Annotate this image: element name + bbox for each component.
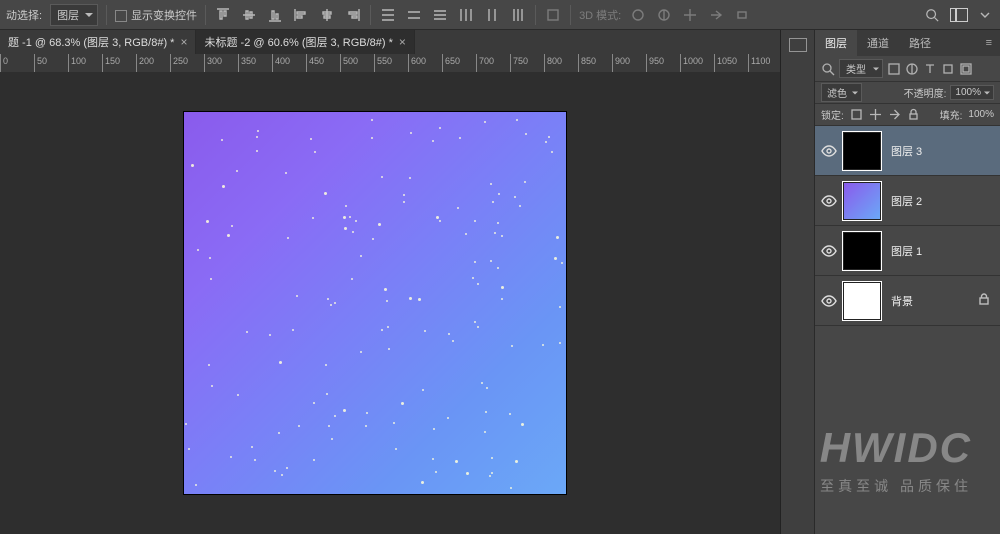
- search-icon[interactable]: [922, 5, 942, 25]
- blend-mode-dropdown[interactable]: 滤色: [821, 83, 862, 102]
- distribute-left-icon[interactable]: [457, 6, 475, 24]
- lock-artboard-icon[interactable]: [888, 108, 901, 121]
- canvas[interactable]: [184, 112, 566, 494]
- separator: [535, 5, 536, 25]
- layer-name[interactable]: 背景: [891, 293, 913, 309]
- visibility-eye-icon[interactable]: [815, 195, 843, 207]
- align-hcenter-icon[interactable]: [318, 6, 336, 24]
- blend-opacity-row: 滤色 不透明度: 100%: [815, 82, 1000, 104]
- autoalign-icon[interactable]: [544, 6, 562, 24]
- tab-paths[interactable]: 路径: [899, 30, 941, 56]
- filter-smart-icon[interactable]: [959, 62, 973, 76]
- layer-row[interactable]: 图层 3: [815, 126, 1000, 176]
- watermark-big: HWIDC: [820, 424, 972, 472]
- layer-name[interactable]: 图层 3: [891, 143, 922, 159]
- filter-type-dropdown[interactable]: 类型: [839, 59, 883, 78]
- opacity-input[interactable]: 100%: [950, 85, 994, 100]
- show-transform-label: 显示变换控件: [131, 10, 197, 22]
- layer-row[interactable]: 图层 2: [815, 176, 1000, 226]
- distribute-top-icon[interactable]: [379, 6, 397, 24]
- mode3d-roll-icon: [655, 6, 673, 24]
- lock-pixels-icon[interactable]: [850, 108, 863, 121]
- chevron-down-icon[interactable]: [976, 6, 994, 24]
- dock-strip: [781, 30, 815, 534]
- mode3d-zoom-icon: [733, 6, 751, 24]
- layer-name[interactable]: 图层 1: [891, 243, 922, 259]
- fill-input[interactable]: 100%: [968, 109, 994, 120]
- options-bar: 动选择: 图层 显示变换控件 3D 模式:: [0, 0, 1000, 30]
- filter-pixel-icon[interactable]: [887, 62, 901, 76]
- tab-channels[interactable]: 通道: [857, 30, 899, 56]
- layer-thumbnail[interactable]: [843, 282, 881, 320]
- close-icon[interactable]: ×: [399, 35, 406, 49]
- align-vcenter-icon[interactable]: [240, 6, 258, 24]
- align-bottom-icon[interactable]: [266, 6, 284, 24]
- document-tab-1[interactable]: 题 -1 @ 68.3% (图层 3, RGB/8#) * ×: [0, 30, 196, 54]
- layer-thumbnail[interactable]: [843, 232, 881, 270]
- layer-row[interactable]: 背景: [815, 276, 1000, 326]
- separator: [205, 5, 206, 25]
- workspace-icon[interactable]: [950, 8, 968, 22]
- align-right-icon[interactable]: [344, 6, 362, 24]
- filter-adjust-icon[interactable]: [905, 62, 919, 76]
- autoselect-label: 动选择:: [6, 7, 42, 23]
- filter-shape-icon[interactable]: [941, 62, 955, 76]
- show-transform-checkbox-wrap[interactable]: 显示变换控件: [115, 7, 197, 23]
- panel-menu-icon[interactable]: ≡: [978, 37, 1000, 49]
- tab-title: 题 -1 @ 68.3% (图层 3, RGB/8#) *: [8, 34, 174, 50]
- lock-fill-row: 锁定: 填充: 100%: [815, 104, 1000, 126]
- layer-row[interactable]: 图层 1: [815, 226, 1000, 276]
- lock-icon: [978, 293, 990, 308]
- close-icon[interactable]: ×: [180, 35, 187, 49]
- layer-filter-row: 类型: [815, 56, 1000, 82]
- canvas-area: [0, 72, 780, 534]
- lock-position-icon[interactable]: [869, 108, 882, 121]
- mode3d-label: 3D 模式:: [579, 7, 621, 23]
- layer-thumbnail[interactable]: [843, 182, 881, 220]
- autoselect-dropdown[interactable]: 图层: [50, 4, 98, 26]
- separator: [370, 5, 371, 25]
- distribute-bottom-icon[interactable]: [431, 6, 449, 24]
- visibility-eye-icon[interactable]: [815, 295, 843, 307]
- visibility-eye-icon[interactable]: [815, 145, 843, 157]
- lock-all-icon[interactable]: [907, 108, 920, 121]
- filter-search-icon[interactable]: [821, 62, 835, 76]
- distribute-right-icon[interactable]: [509, 6, 527, 24]
- tab-title: 未标题 -2 @ 60.6% (图层 3, RGB/8#) *: [204, 34, 392, 50]
- align-top-icon[interactable]: [214, 6, 232, 24]
- lock-label: 锁定:: [821, 107, 844, 122]
- opacity-label: 不透明度:: [904, 85, 947, 100]
- tab-layers[interactable]: 图层: [815, 30, 857, 56]
- document-tab-2[interactable]: 未标题 -2 @ 60.6% (图层 3, RGB/8#) * ×: [196, 30, 414, 54]
- mode3d-pan-icon: [681, 6, 699, 24]
- layer-thumbnail[interactable]: [843, 132, 881, 170]
- checkbox-icon: [115, 10, 127, 22]
- distribute-hcenter-icon[interactable]: [483, 6, 501, 24]
- separator: [106, 5, 107, 25]
- layer-name[interactable]: 图层 2: [891, 193, 922, 209]
- mode3d-orbit-icon: [629, 6, 647, 24]
- fill-label: 填充:: [940, 107, 963, 122]
- distribute-vcenter-icon[interactable]: [405, 6, 423, 24]
- panel-tabs: 图层 通道 路径 ≡: [815, 30, 1000, 56]
- collapsed-panel-icon[interactable]: [789, 38, 807, 52]
- visibility-eye-icon[interactable]: [815, 245, 843, 257]
- filter-type-text-icon[interactable]: [923, 62, 937, 76]
- align-left-icon[interactable]: [292, 6, 310, 24]
- watermark-small: 至真至诚 品质保住: [820, 476, 972, 496]
- watermark: HWIDC 至真至诚 品质保住: [820, 424, 972, 496]
- mode3d-slide-icon: [707, 6, 725, 24]
- separator: [570, 5, 571, 25]
